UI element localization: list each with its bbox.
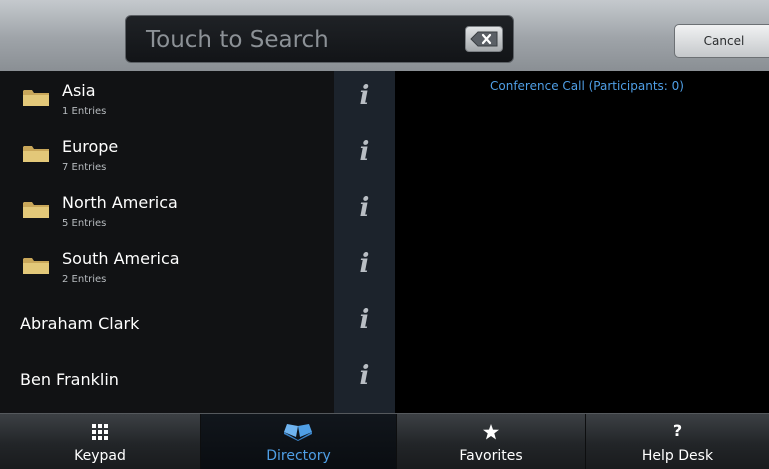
folder-row-south-america[interactable]: South America 2 Entries i — [0, 239, 395, 296]
nav-label: Favorites — [459, 448, 523, 464]
question-icon: ? — [672, 421, 683, 440]
folder-row-north-america[interactable]: North America 5 Entries i — [0, 183, 395, 240]
search-field[interactable]: Touch to Search — [125, 15, 514, 63]
keypad-icon — [92, 424, 108, 440]
nav-label: Directory — [266, 448, 331, 464]
cancel-button[interactable]: Cancel — [674, 24, 769, 58]
info-button[interactable]: i — [334, 183, 395, 240]
info-icon: i — [359, 81, 370, 111]
folder-entry-count: 1 Entries — [62, 106, 107, 117]
info-icon: i — [359, 249, 370, 279]
folder-icon — [23, 202, 49, 218]
folder-icon — [23, 146, 49, 162]
contact-name: Ben Franklin — [20, 370, 119, 389]
contact-name: Abraham Clark — [20, 314, 140, 333]
contact-row-abraham-clark[interactable]: Abraham Clark i — [0, 295, 395, 352]
folder-icon — [23, 258, 49, 274]
folder-name: South America — [62, 249, 180, 268]
folder-icon — [23, 90, 49, 106]
folder-row-europe[interactable]: Europe 7 Entries i — [0, 127, 395, 184]
top-bar: Touch to Search Cancel — [0, 0, 769, 72]
info-icon: i — [359, 193, 370, 223]
folder-entry-count: 7 Entries — [62, 162, 107, 173]
star-icon — [483, 424, 499, 440]
info-icon: i — [359, 305, 370, 335]
clear-search-button[interactable] — [465, 26, 503, 52]
folder-entry-count: 5 Entries — [62, 218, 107, 229]
folder-entry-count: 2 Entries — [62, 274, 107, 285]
conference-title: Conference Call (Participants: 0) — [490, 79, 684, 93]
search-placeholder[interactable]: Touch to Search — [146, 27, 329, 53]
backspace-icon — [470, 31, 498, 47]
info-icon: i — [359, 137, 370, 167]
conference-panel: Conference Call (Participants: 0) — [395, 71, 769, 413]
folder-name: Europe — [62, 137, 119, 156]
info-button[interactable]: i — [334, 351, 395, 408]
info-icon: i — [359, 361, 370, 391]
bottom-nav: Keypad Directory Favorites ? Help Desk — [0, 413, 769, 469]
nav-label: Help Desk — [641, 448, 714, 464]
book-icon — [284, 424, 312, 441]
nav-favorites[interactable]: Favorites — [397, 414, 585, 469]
info-button[interactable]: i — [334, 295, 395, 352]
info-button[interactable]: i — [334, 71, 395, 128]
contact-row-ben-franklin[interactable]: Ben Franklin i — [0, 351, 395, 408]
folder-name: Asia — [62, 81, 96, 100]
nav-label: Keypad — [74, 448, 126, 464]
folder-row-asia[interactable]: Asia 1 Entries i — [0, 71, 395, 128]
folder-name: North America — [62, 193, 178, 212]
info-button[interactable]: i — [334, 239, 395, 296]
info-button[interactable]: i — [334, 127, 395, 184]
nav-directory[interactable]: Directory — [201, 414, 396, 469]
nav-help-desk[interactable]: ? Help Desk — [586, 414, 769, 469]
directory-list[interactable]: Asia 1 Entries i Europe 7 Entries i Nort… — [0, 71, 395, 413]
nav-keypad[interactable]: Keypad — [0, 414, 200, 469]
